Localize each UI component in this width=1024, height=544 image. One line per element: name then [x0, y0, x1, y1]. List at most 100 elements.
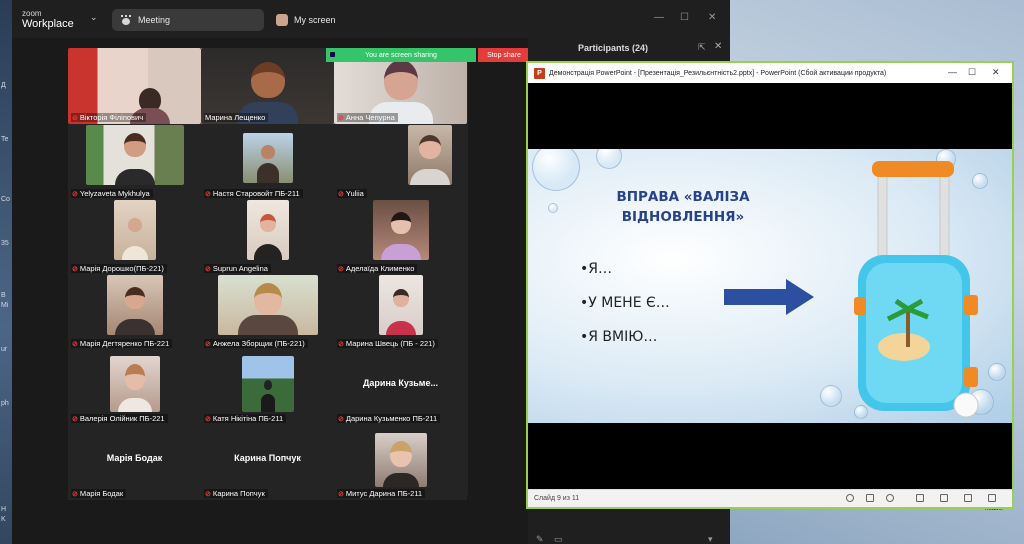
participant-tile[interactable]: ⊘ Вікторія Філіпович [68, 48, 201, 124]
desktop-icon-label[interactable]: Co [1, 196, 10, 203]
participant-tile[interactable]: ⊘ Марія Дорошко(ПБ-221) [68, 200, 201, 275]
participant-tile[interactable]: ⊘ Yelyzaveta Mykhulya [68, 125, 201, 200]
participant-video [246, 200, 289, 260]
slide-title: ВПРАВА «ВАЛІЗА ВІДНОВЛЕННЯ» [616, 189, 750, 225]
participant-tile[interactable]: Дарина Кузьме... ⊘ Дарина Кузьменко ПБ-21… [334, 350, 467, 425]
pin-icon[interactable]: ✎ [536, 534, 544, 544]
desktop-icon-label[interactable]: K [1, 516, 6, 523]
mic-muted-icon: ⊘ [338, 490, 344, 498]
desktop-icon-label[interactable]: Mi [1, 302, 8, 309]
participant-display-name: Марія Бодак [106, 453, 163, 463]
person-head [259, 214, 276, 232]
normal-view-icon[interactable] [916, 494, 924, 502]
mic-muted-icon: ⊘ [205, 415, 211, 423]
participant-tile[interactable]: ⊘ Валерія Олійник ПБ-221 [68, 350, 201, 425]
participant-tile-active-speaker[interactable]: Марина Лещенко [201, 48, 334, 124]
person-body [237, 315, 298, 335]
participant-name: Марина Лещенко [204, 113, 269, 122]
maximize-icon[interactable]: ☐ [968, 67, 976, 78]
brand-name: Workplace [22, 18, 74, 30]
chevron-down-icon[interactable]: ⌄ [90, 12, 98, 23]
avatar-icon [276, 14, 288, 26]
mic-muted-icon: ⊘ [338, 114, 344, 122]
reading-view-icon[interactable] [964, 494, 972, 502]
chevron-down-icon[interactable]: ▾ [708, 534, 713, 544]
minimize-icon[interactable]: — [948, 67, 957, 77]
close-icon[interactable]: ✕ [708, 12, 716, 23]
slide-sorter-icon[interactable] [940, 494, 948, 502]
tab-my-screen[interactable]: My screen [268, 9, 388, 31]
powerpoint-titlebar: P Демонстрація PowerPoint - [Презентація… [528, 63, 1012, 83]
close-icon[interactable]: ✕ [714, 41, 722, 52]
zoom-brand[interactable]: zoom Workplace [22, 8, 74, 30]
powerpoint-logo-icon: P [534, 67, 545, 79]
screen-sharing-banner[interactable]: You are screen sharing [326, 48, 476, 62]
participant-video [217, 275, 318, 335]
participant-tile[interactable]: Марія Бодак ⊘ Марія Бодак [68, 425, 201, 500]
person-head [263, 380, 272, 390]
tab-meeting-label: Meeting [138, 15, 171, 25]
powerpoint-status-bar: Слайд 9 из 11 [528, 489, 1012, 507]
participant-name: ⊘ Аделаїда Клименко [337, 264, 418, 273]
desktop-icon-label[interactable]: ur [1, 346, 7, 353]
participant-video [241, 356, 294, 412]
desktop-icon-label[interactable]: Te [1, 136, 8, 143]
close-icon[interactable]: ✕ [992, 67, 1000, 78]
mic-muted-icon: ⊘ [338, 415, 344, 423]
desktop-icon-label[interactable]: H [1, 506, 6, 513]
participant-tile[interactable]: ⊘ Митус Дарина ПБ-211 [334, 425, 467, 500]
document-icon[interactable]: ▭ [554, 534, 563, 544]
person-body [256, 163, 279, 183]
participant-video [374, 433, 427, 487]
participant-tile[interactable]: ⊘ Анжела Зборщик (ПБ-221) [201, 275, 334, 350]
participant-tile[interactable]: ⊘ Настя Старовойт ПБ-211 [201, 125, 334, 200]
participant-tile[interactable]: Карина Попчук ⊘ Карина Попчук [201, 425, 334, 500]
mic-muted-icon: ⊘ [72, 190, 78, 198]
next-slide-icon[interactable] [886, 494, 894, 502]
participant-tile[interactable]: ⊘ Марія Дегтяренко ПБ-221 [68, 275, 201, 350]
participant-tile[interactable]: ⊘ Марина Швець (ПБ - 221) [334, 275, 467, 350]
desktop-icon-label[interactable]: В [1, 292, 6, 299]
maximize-icon[interactable]: ☐ [680, 12, 689, 23]
popout-icon[interactable]: ⇱ [698, 42, 706, 53]
desktop-icon-label[interactable]: ph [1, 400, 9, 407]
person-head [123, 133, 146, 157]
participant-tile[interactable]: ⊘ Yuliia [334, 125, 467, 200]
desktop-background-left: Д Te Co 35 В Mi ur ph H K [0, 0, 12, 544]
slideshow-icon[interactable] [988, 494, 996, 502]
person-body [114, 169, 155, 185]
tab-meeting[interactable]: Meeting [112, 9, 264, 31]
minimize-icon[interactable]: — [654, 12, 664, 23]
prev-slide-icon[interactable] [846, 494, 854, 502]
person-head [389, 441, 412, 467]
paw-icon [120, 15, 132, 25]
participant-name: ⊘ Вікторія Філіпович [71, 113, 147, 122]
slide-show-area[interactable]: ВПРАВА «ВАЛІЗА ВІДНОВЛЕННЯ» •Я… •У МЕНЕ … [528, 83, 1012, 489]
desktop-icon-label[interactable]: Д [1, 82, 6, 89]
person-head [253, 283, 282, 315]
mic-muted-icon: ⊘ [338, 265, 344, 273]
participant-video [242, 133, 293, 183]
share-icon [330, 52, 335, 57]
slide-bullet: •Я… [580, 261, 612, 277]
pause-icon[interactable] [866, 494, 874, 502]
stop-share-label: Stop share [487, 51, 521, 59]
video-gallery: ⊘ Вікторія Філіпович Марина Лещенко ⊘ Анна… [68, 48, 468, 500]
desktop-icon-label[interactable]: 35 [1, 240, 9, 247]
screen-sharing-label: You are screen sharing [365, 51, 437, 59]
person-head [419, 135, 441, 159]
mic-muted-icon: ⊘ [72, 114, 78, 122]
bubble-decoration [532, 149, 580, 191]
participant-video [113, 200, 156, 260]
participant-video [378, 275, 423, 335]
participant-tile[interactable]: ⊘ Suprun Angelina [201, 200, 334, 275]
participant-name: ⊘ Настя Старовойт ПБ-211 [204, 189, 303, 198]
powerpoint-window: P Демонстрація PowerPoint - [Презентація… [526, 61, 1014, 509]
participant-tile[interactable]: ⊘ Катя Нікітіна ПБ-211 [201, 350, 334, 425]
stop-share-button[interactable]: Stop share [478, 48, 530, 62]
participant-tile[interactable]: ⊘ Аделаїда Клименко [334, 200, 467, 275]
person-body [385, 321, 416, 335]
slide-counter: Слайд 9 из 11 [534, 495, 580, 502]
person-body [382, 473, 419, 487]
person-body [117, 398, 152, 412]
